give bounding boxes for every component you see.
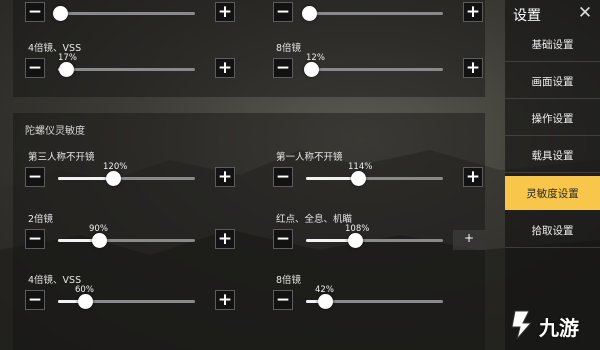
slider-handle[interactable]: [302, 6, 317, 21]
watermark-text: 九游: [539, 316, 579, 340]
slider-handle[interactable]: [304, 62, 319, 77]
slider-value: 120%: [103, 162, 128, 172]
slider-label: 4倍镜、VSS: [28, 43, 82, 54]
decrease-button[interactable]: −: [273, 167, 293, 187]
menu-item-graphics[interactable]: 画面设置: [505, 65, 600, 99]
slider-fpp-no-scope: 第一人称不开镜 − 114% +: [273, 149, 483, 189]
sidebar-title: 设置: [513, 8, 541, 24]
decrease-button[interactable]: −: [273, 229, 293, 249]
slider-value: 42%: [315, 285, 334, 295]
slider-8x-top: 8倍镜 − 12% +: [273, 40, 483, 80]
increase-button[interactable]: +: [215, 167, 235, 187]
menu-item-sensitivity[interactable]: 灵敏度设置: [505, 176, 600, 210]
nine-game-logo-icon: [511, 310, 533, 340]
slider-8x-scope: 8倍镜 − 42%: [273, 272, 483, 312]
slider-track[interactable]: 90%: [58, 224, 195, 248]
slider-value: 90%: [89, 224, 108, 234]
slider-handle[interactable]: [53, 6, 68, 21]
decrease-button[interactable]: −: [25, 229, 45, 249]
gyroscope-sensitivity-panel: 陀螺仪灵敏度 第三人称不开镜 − 120% + 第一人称不开镜 − 114% +…: [13, 113, 485, 350]
menu-item-pickup[interactable]: 拾取设置: [505, 214, 600, 248]
menu-item-basic[interactable]: 基础设置: [505, 28, 600, 62]
slider-value: 12%: [306, 53, 325, 63]
close-icon[interactable]: ✕: [576, 3, 594, 23]
decrease-button[interactable]: −: [25, 2, 45, 22]
slider-partial-right: − +: [273, 0, 483, 24]
slider-track[interactable]: 60%: [58, 285, 195, 309]
decrease-button[interactable]: −: [273, 58, 293, 78]
decrease-button[interactable]: −: [273, 2, 293, 22]
decrease-button[interactable]: −: [25, 167, 45, 187]
slider-track[interactable]: 12%: [304, 53, 443, 77]
slider-value: 17%: [58, 53, 77, 63]
slider-4x-vss: 4倍镜、VSS − 60% +: [25, 272, 235, 312]
increase-button[interactable]: +: [463, 58, 483, 78]
slider-handle[interactable]: [59, 62, 74, 77]
decrease-button[interactable]: −: [25, 290, 45, 310]
slider-handle[interactable]: [318, 294, 333, 309]
increase-button-partial[interactable]: +: [453, 230, 485, 250]
slider-label: 第一人称不开镜: [276, 152, 343, 163]
slider-handle[interactable]: [106, 171, 121, 186]
slider-4x-vss-top: 4倍镜、VSS − 17% +: [25, 40, 235, 80]
slider-label: 第三人称不开镜: [28, 152, 95, 163]
watermark-logo: 九游: [505, 303, 600, 343]
slider-track[interactable]: [53, 6, 195, 21]
menu-item-controls[interactable]: 操作设置: [505, 102, 600, 136]
slider-handle[interactable]: [351, 171, 366, 186]
slider-value: 60%: [75, 285, 94, 295]
slider-handle[interactable]: [92, 233, 107, 248]
slider-track[interactable]: 17%: [58, 53, 195, 77]
increase-button[interactable]: +: [463, 2, 483, 22]
slider-partial-left: − +: [25, 0, 235, 24]
slider-track[interactable]: 114%: [306, 162, 443, 186]
slider-track[interactable]: 120%: [58, 162, 195, 186]
slider-track[interactable]: 42%: [306, 285, 443, 309]
slider-track[interactable]: 108%: [306, 224, 443, 248]
decrease-button[interactable]: −: [273, 290, 293, 310]
slider-value: 108%: [345, 224, 370, 234]
slider-label: 红点、全息、机瞄: [276, 214, 353, 225]
slider-label: 2倍镜: [28, 214, 54, 225]
decrease-button[interactable]: −: [25, 58, 45, 78]
slider-tpp-no-scope: 第三人称不开镜 − 120% +: [25, 149, 235, 189]
slider-red-dot-holo-iron: 红点、全息、机瞄 − 108%: [273, 211, 483, 251]
increase-button[interactable]: +: [215, 290, 235, 310]
slider-label: 8倍镜: [276, 43, 302, 54]
slider-handle[interactable]: [348, 233, 363, 248]
increase-button[interactable]: +: [215, 58, 235, 78]
slider-handle[interactable]: [78, 294, 93, 309]
slider-2x-scope: 2倍镜 − 90% +: [25, 211, 235, 251]
increase-button[interactable]: +: [215, 2, 235, 22]
increase-button[interactable]: +: [215, 229, 235, 249]
menu-item-vehicle[interactable]: 载具设置: [505, 139, 600, 173]
settings-sidebar: 设置 ✕ 基础设置 画面设置 操作设置 载具设置 灵敏度设置 拾取设置: [505, 0, 600, 350]
sidebar-header: 设置 ✕: [505, 0, 600, 28]
slider-track[interactable]: [302, 6, 443, 21]
slider-label: 4倍镜、VSS: [28, 275, 82, 286]
slider-label: 8倍镜: [276, 275, 302, 286]
slider-value: 114%: [348, 162, 373, 172]
increase-button[interactable]: +: [463, 167, 483, 187]
scope-sensitivity-panel: − + − + 4倍镜、VSS − 17% + 8倍镜 − 12% +: [13, 0, 485, 97]
section-title: 陀螺仪灵敏度: [25, 126, 85, 137]
